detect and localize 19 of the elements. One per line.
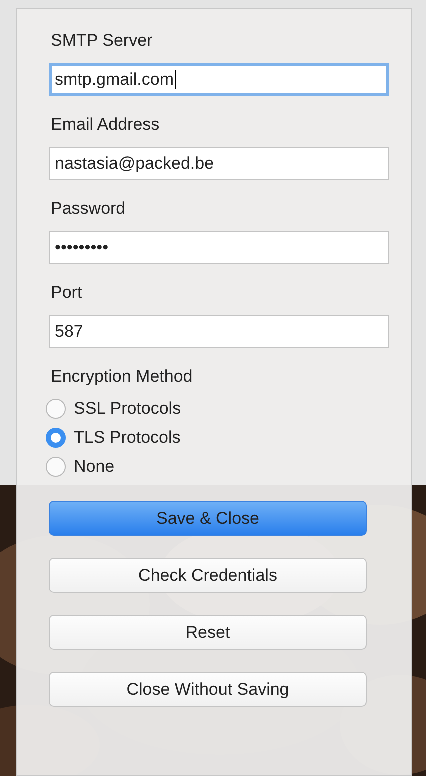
radio-button[interactable] — [46, 428, 66, 448]
field-label: SMTP Server — [51, 31, 153, 51]
input-field[interactable]: 587 — [49, 315, 389, 348]
encryption-label: Encryption Method — [51, 367, 193, 387]
dialog-button[interactable]: Check Credentials — [49, 558, 367, 593]
dialog-button[interactable]: Save & Close — [49, 501, 367, 536]
field-label: Password — [51, 199, 126, 219]
dialog-button[interactable]: Reset — [49, 615, 367, 650]
radio-button[interactable] — [46, 399, 66, 419]
radio-label[interactable]: None — [74, 457, 115, 477]
input-field[interactable]: nastasia@packed.be — [49, 147, 389, 180]
dialog-button[interactable]: Close Without Saving — [49, 672, 367, 707]
field-label: Email Address — [51, 115, 160, 135]
input-field[interactable]: ••••••••• — [49, 231, 389, 264]
input-field[interactable]: smtp.gmail.com — [49, 63, 389, 96]
radio-button[interactable] — [46, 457, 66, 477]
radio-label[interactable]: SSL Protocols — [74, 399, 182, 419]
field-label: Port — [51, 283, 82, 303]
radio-label[interactable]: TLS Protocols — [74, 428, 181, 448]
